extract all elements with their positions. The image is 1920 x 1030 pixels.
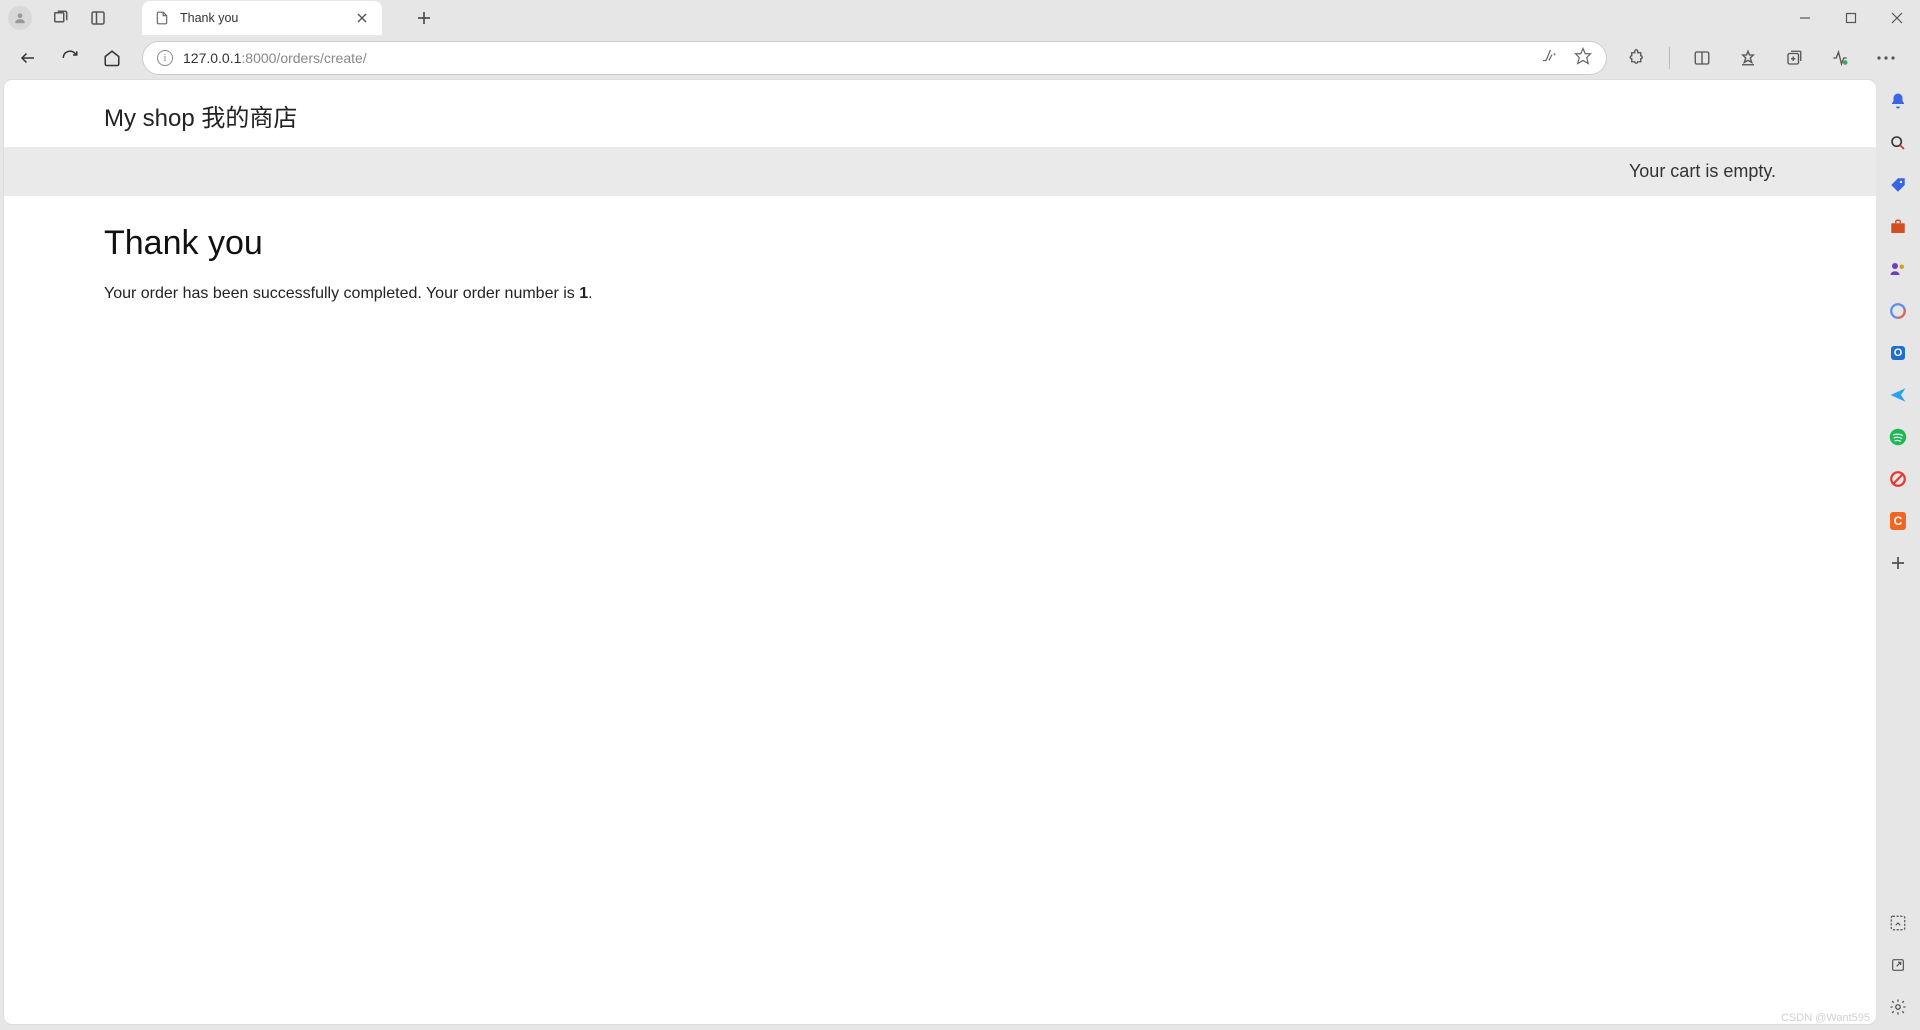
browser-toolbar: i 127.0.0.1:8000/orders/create/ (0, 36, 1920, 80)
titlebar-left: Thank you (8, 1, 438, 35)
favorites-list-icon[interactable] (1730, 40, 1766, 76)
toolbar-right (1619, 40, 1910, 76)
page-content: Thank you Your order has been successful… (4, 196, 1876, 331)
performance-icon[interactable] (1822, 40, 1858, 76)
screenshot-icon[interactable] (1887, 912, 1909, 934)
order-message: Your order has been successfully complet… (104, 285, 1776, 303)
extensions-icon[interactable] (1619, 40, 1655, 76)
tag-icon[interactable] (1887, 174, 1909, 196)
page-viewport: My shop 我的商店 Your cart is empty. Thank y… (4, 80, 1876, 1024)
settings-icon[interactable] (1887, 996, 1909, 1018)
browser-sidebar: O C (1876, 80, 1920, 1030)
window-titlebar: Thank you (0, 0, 1920, 36)
refresh-button[interactable] (52, 40, 88, 76)
close-window-button[interactable] (1874, 0, 1920, 36)
menu-icon[interactable] (1868, 40, 1904, 76)
open-external-icon[interactable] (1887, 954, 1909, 976)
split-screen-icon[interactable] (1684, 40, 1720, 76)
url-text: 127.0.0.1:8000/orders/create/ (183, 50, 367, 66)
file-icon (154, 10, 170, 26)
address-bar-actions (1540, 47, 1592, 70)
add-sidebar-icon[interactable] (1887, 552, 1909, 574)
browser-tab[interactable]: Thank you (142, 1, 382, 35)
maximize-button[interactable] (1828, 0, 1874, 36)
people-icon[interactable] (1887, 258, 1909, 280)
send-icon[interactable] (1887, 384, 1909, 406)
workspaces-icon[interactable] (50, 8, 70, 28)
minimize-button[interactable] (1782, 0, 1828, 36)
window-controls (1782, 0, 1920, 36)
briefcase-icon[interactable] (1887, 216, 1909, 238)
app-c-icon[interactable]: C (1887, 510, 1909, 532)
page-heading: Thank you (104, 224, 1776, 263)
vertical-tabs-icon[interactable] (88, 8, 108, 28)
new-tab-button[interactable] (410, 4, 438, 32)
bell-icon[interactable] (1887, 90, 1909, 112)
back-button[interactable] (10, 40, 46, 76)
block-icon[interactable] (1887, 468, 1909, 490)
site-info-icon[interactable]: i (157, 50, 173, 66)
cart-status-text: Your cart is empty. (1629, 161, 1776, 181)
site-title: My shop 我的商店 (4, 80, 1876, 147)
collections-icon[interactable] (1776, 40, 1812, 76)
read-aloud-icon[interactable] (1540, 47, 1558, 70)
divider (1669, 47, 1670, 69)
profile-button[interactable] (8, 6, 32, 30)
home-button[interactable] (94, 40, 130, 76)
watermark: CSDN @Want595 (1781, 1012, 1870, 1024)
close-icon[interactable] (354, 10, 370, 26)
tab-title: Thank you (180, 11, 344, 25)
spotify-icon[interactable] (1887, 426, 1909, 448)
address-bar[interactable]: i 127.0.0.1:8000/orders/create/ (142, 41, 1607, 75)
cart-status-bar: Your cart is empty. (4, 147, 1876, 196)
favorite-icon[interactable] (1574, 47, 1592, 70)
search-sidebar-icon[interactable] (1887, 132, 1909, 154)
sidebar-bottom (1887, 912, 1909, 1030)
copilot-icon[interactable] (1887, 300, 1909, 322)
outlook-icon[interactable]: O (1887, 342, 1909, 364)
order-number: 1 (579, 285, 588, 302)
